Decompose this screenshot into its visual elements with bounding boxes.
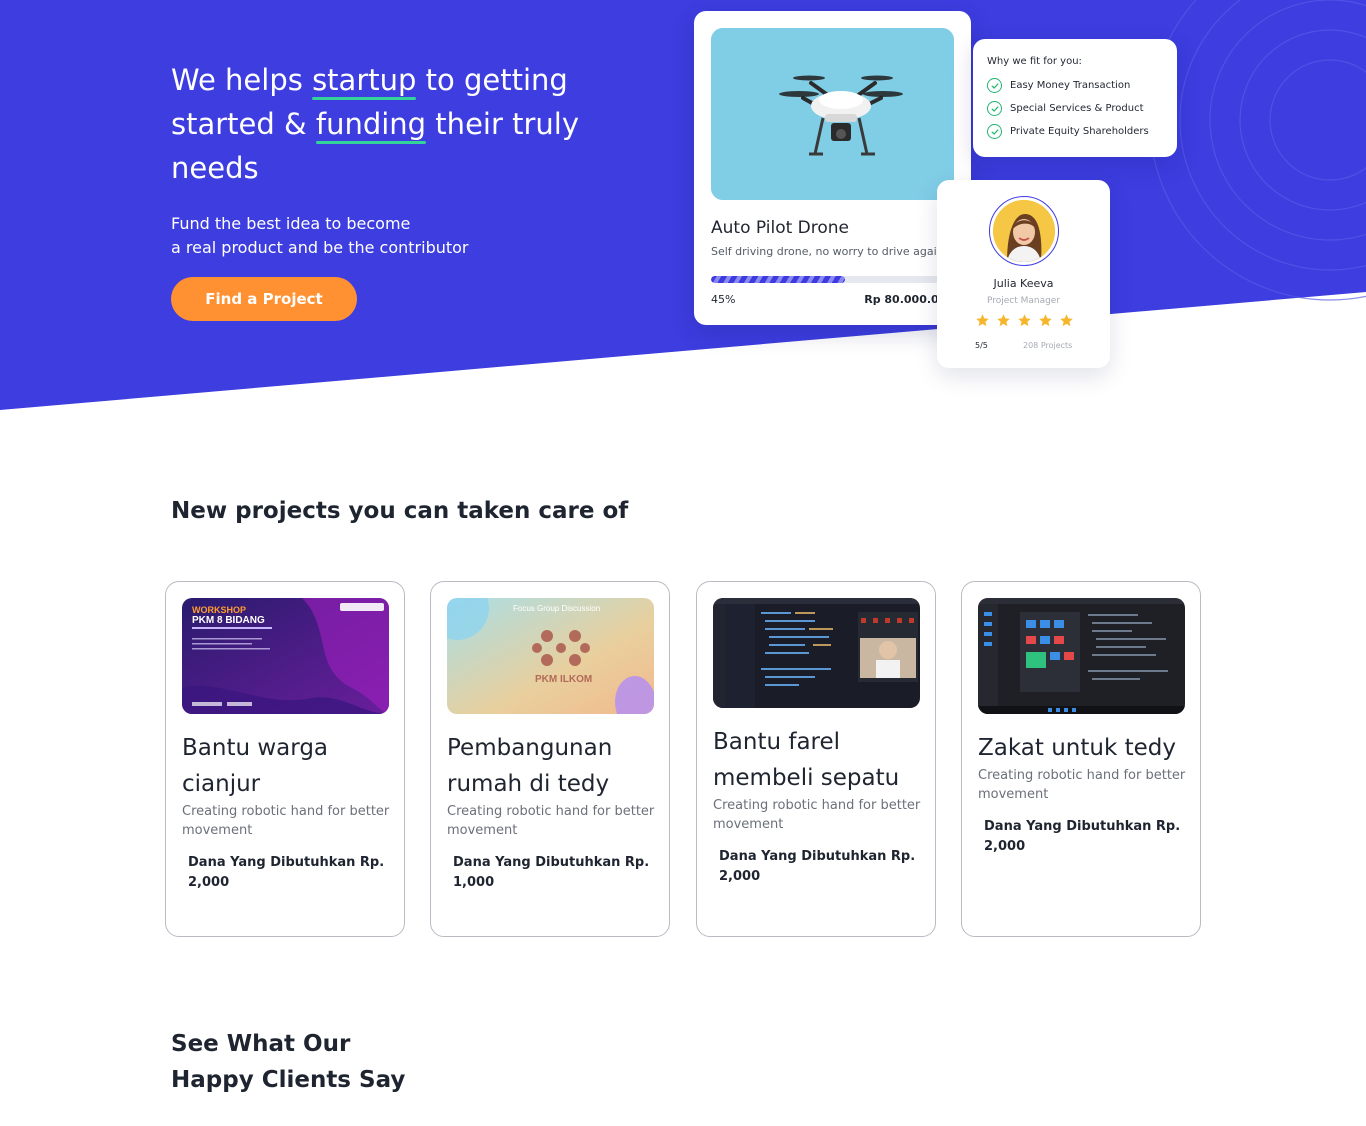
why-title: Why we fit for you: — [987, 56, 1082, 67]
project-description: Self driving drone, no worry to drive ag… — [711, 245, 944, 258]
check-circle-icon — [987, 78, 1002, 93]
why-item: Easy Money Transaction — [987, 74, 1177, 97]
project-card[interactable]: Bantu farel membeli sepatu Creating robo… — [696, 581, 936, 937]
card-fund: Dana Yang Dibutuhkan Rp. 1,000 — [453, 855, 650, 890]
check-circle-icon — [987, 101, 1002, 116]
star-icon — [1039, 314, 1052, 327]
manager-project-count: 208 Projects — [1023, 341, 1073, 350]
card-fund: Dana Yang Dibutuhkan Rp. 2,000 — [188, 855, 385, 890]
hero-highlight-funding: funding — [315, 102, 427, 146]
funding-progress-bar — [711, 276, 954, 283]
thumb-text-2: PKM ILKOM — [535, 674, 592, 685]
thumb-text-1: WORKSHOP — [192, 605, 246, 615]
hero-title: We helps startup to getting started & fu… — [171, 58, 591, 190]
progress-fill — [711, 276, 845, 283]
rating-stars — [975, 313, 1074, 328]
hero-subtitle: Fund the best idea to become a real prod… — [171, 214, 469, 257]
manager-role: Project Manager — [986, 296, 1061, 306]
card-description: Creating robotic hand for better movemen… — [713, 798, 921, 832]
card-description: Creating robotic hand for better movemen… — [978, 768, 1186, 802]
why-item: Private Equity Shareholders — [987, 120, 1177, 143]
project-card[interactable]: Zakat untuk tedy Creating robotic hand f… — [961, 581, 1201, 937]
avatar — [989, 196, 1059, 266]
progress-percent: 45% — [711, 293, 736, 306]
why-item: Special Services & Product — [987, 97, 1177, 120]
thumb-text-2: PKM 8 BIDANG — [192, 615, 265, 626]
card-title: Zakat untuk tedy — [978, 735, 1176, 761]
project-title: Auto Pilot Drone — [711, 218, 850, 238]
star-icon — [1018, 314, 1031, 327]
drone-image — [711, 28, 954, 200]
featured-project-card[interactable]: Auto Pilot Drone Self driving drone, no … — [694, 11, 971, 325]
star-icon — [976, 314, 989, 327]
check-circle-icon — [987, 124, 1002, 139]
project-manager-card: Julia Keeva Project Manager 5/5 208 Proj… — [937, 180, 1110, 368]
project-thumbnail-code-editor — [713, 598, 920, 708]
hero-text: We helps startup to getting started & fu… — [171, 58, 591, 260]
card-fund: Dana Yang Dibutuhkan Rp. 2,000 — [984, 819, 1181, 854]
thumb-text-1: Focus Group Discussion — [513, 604, 600, 613]
hero-highlight-startup: startup — [312, 58, 417, 102]
card-title: Bantu warga cianjur — [182, 735, 329, 797]
star-icon — [1060, 314, 1073, 327]
card-description: Creating robotic hand for better movemen… — [447, 804, 655, 838]
project-thumbnail-desktop — [978, 598, 1185, 714]
testimonials-title: See What Our Happy Clients Say — [171, 1031, 406, 1093]
card-title: Pembangunan rumah di tedy — [447, 735, 613, 797]
why-we-fit-card: Why we fit for you: Easy Money Transacti… — [973, 39, 1177, 157]
manager-rating: 5/5 — [975, 341, 988, 350]
card-description: Creating robotic hand for better movemen… — [182, 804, 390, 838]
card-fund: Dana Yang Dibutuhkan Rp. 2,000 — [719, 849, 916, 884]
manager-name: Julia Keeva — [993, 277, 1054, 290]
project-card[interactable]: Focus Group Discussion PKM ILKOM Pembang… — [430, 581, 670, 937]
new-projects-title: New projects you can taken care of — [171, 498, 629, 524]
project-card[interactable]: WORKSHOP PKM 8 BIDANG Bantu warga cianju… — [165, 581, 405, 937]
card-title: Bantu farel membeli sepatu — [713, 729, 900, 791]
find-project-button[interactable]: Find a Project — [171, 277, 357, 321]
star-icon — [997, 314, 1010, 327]
project-thumbnail-pkm: Focus Group Discussion PKM ILKOM — [447, 598, 654, 714]
project-thumbnail-workshop: WORKSHOP PKM 8 BIDANG — [182, 598, 389, 714]
